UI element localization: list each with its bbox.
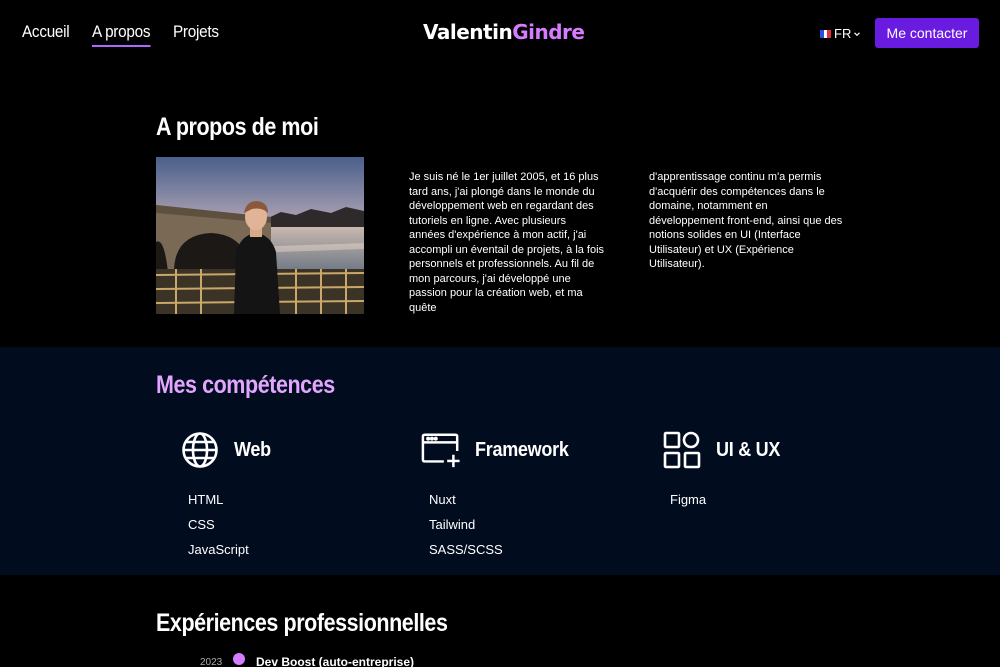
logo-first-name: Valentin <box>423 20 513 44</box>
skill-item: Nuxt <box>429 492 456 507</box>
logo-last-name: Gindre <box>512 20 585 44</box>
site-logo[interactable]: ValentinGindre <box>423 20 585 44</box>
about-text-column-1: Je suis né le 1er juillet 2005, et 16 pl… <box>409 171 605 314</box>
skill-group-framework: Framework Nuxt Tailwind SASS/SCSS <box>421 429 621 562</box>
experiences-title: Expériences professionnelles <box>156 609 448 637</box>
browser-add-icon <box>421 430 461 470</box>
skill-item: JavaScript <box>188 542 249 557</box>
language-selector[interactable]: FR <box>820 26 861 41</box>
chevron-down-icon <box>854 31 861 36</box>
skill-group-name: UI & UX <box>716 438 781 461</box>
experience-name: Dev Boost (auto-entreprise) <box>256 655 415 667</box>
globe-icon <box>180 430 220 470</box>
skill-item: Tailwind <box>429 517 476 532</box>
skill-item: SASS/SCSS <box>429 542 503 557</box>
site-header: Accueil A propos Projets ValentinGindre … <box>0 0 1000 68</box>
skill-group-ui-ux: UI & UX Figma <box>662 429 862 512</box>
skill-group-web: Web HTML CSS JavaScript <box>180 429 380 562</box>
nav-item-a-propos[interactable]: A propos <box>91 22 150 47</box>
timeline-dot <box>233 653 245 665</box>
main-nav: Accueil A propos Projets <box>22 22 224 47</box>
skills-section: Mes compétences Web HTML CSS JavaScript <box>0 347 1000 575</box>
contact-button[interactable]: Me contacter <box>875 18 979 48</box>
nav-item-projets[interactable]: Projets <box>173 22 219 47</box>
skill-item: HTML <box>188 492 224 507</box>
skill-group-name: Framework <box>475 438 569 461</box>
skills-title: Mes compétences <box>156 371 335 399</box>
grid-squares-icon <box>662 430 702 470</box>
experience-year: 2023 <box>200 657 223 667</box>
profile-photo <box>156 157 364 314</box>
skill-item: Figma <box>670 492 707 507</box>
skill-item: CSS <box>188 517 215 532</box>
about-text-column-2: d'apprentissage continu m'a permis d'acq… <box>649 171 843 270</box>
france-flag-icon <box>820 29 832 38</box>
about-title: A propos de moi <box>156 113 319 141</box>
skill-group-name: Web <box>234 438 271 461</box>
language-code: FR <box>834 26 852 41</box>
nav-item-accueil[interactable]: Accueil <box>22 22 70 47</box>
